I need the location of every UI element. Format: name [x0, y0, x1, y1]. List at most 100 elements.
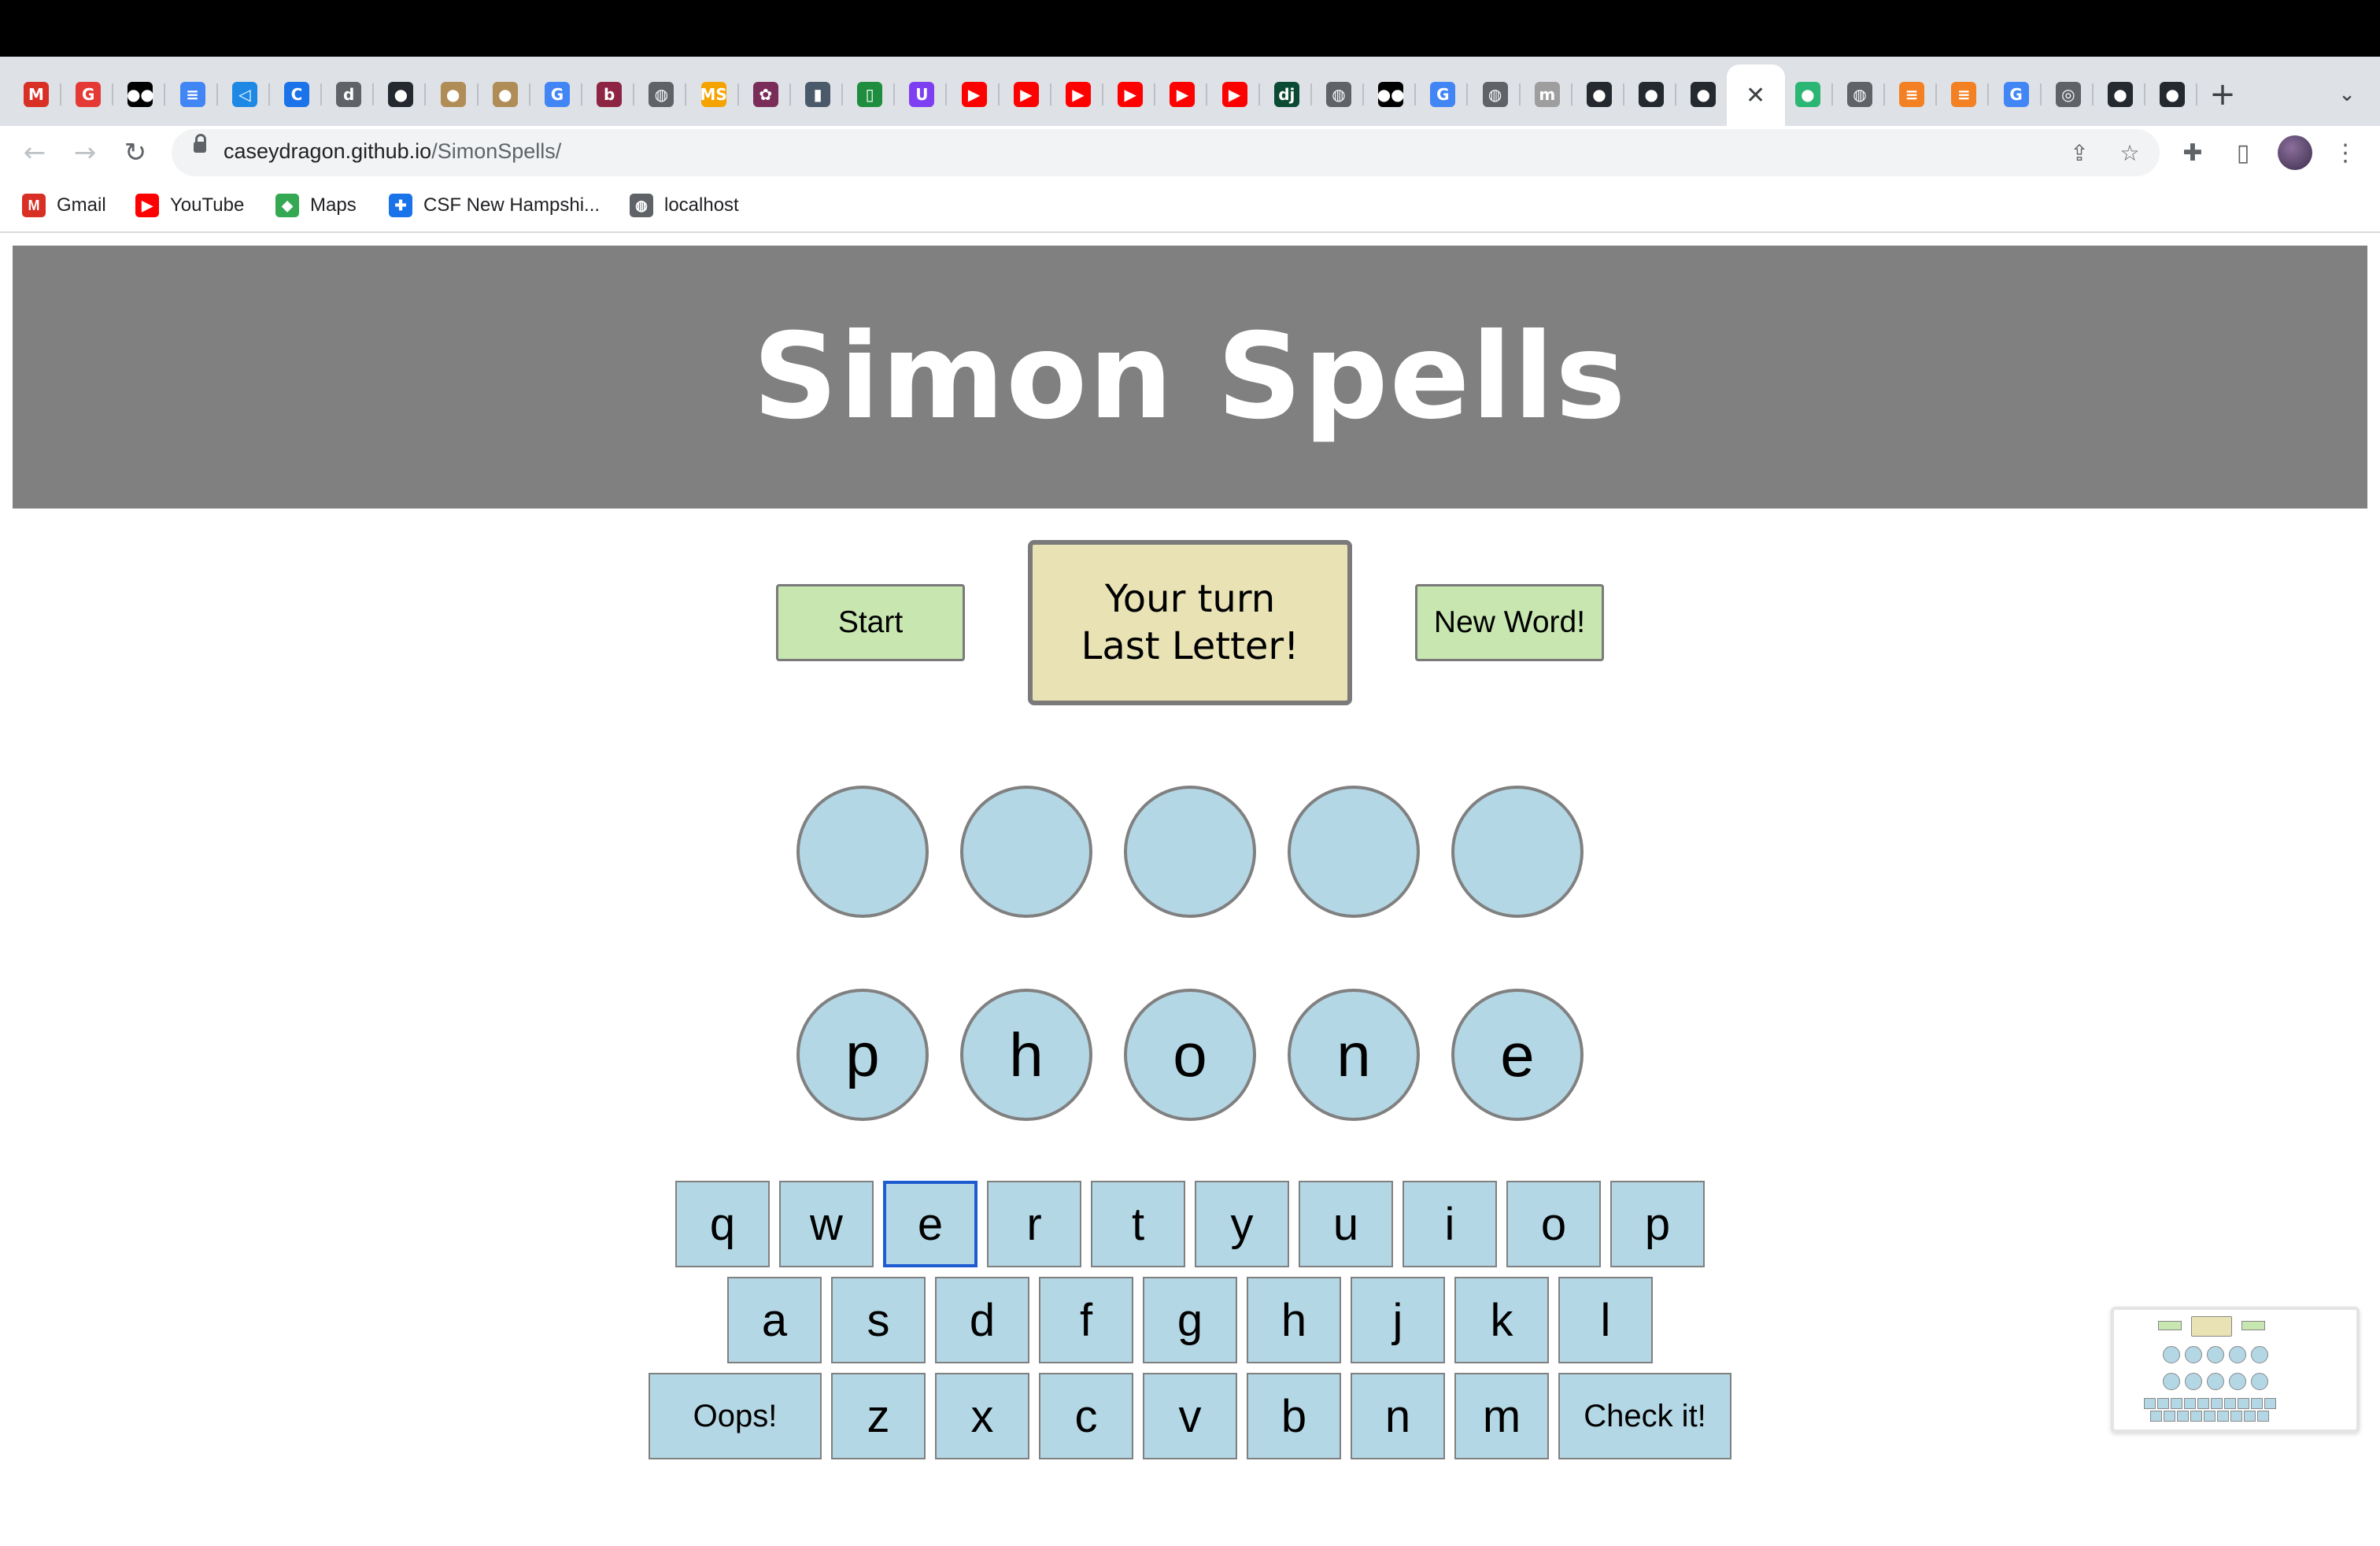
tab[interactable]: dj: [1262, 71, 1312, 118]
tab-active[interactable]: ✕: [1726, 65, 1785, 126]
tab[interactable]: M: [11, 71, 61, 118]
tab[interactable]: G: [532, 71, 582, 118]
tab[interactable]: ◍: [1835, 71, 1885, 118]
key-f[interactable]: f: [1039, 1277, 1133, 1363]
share-icon[interactable]: ⇪: [2062, 135, 2097, 170]
oops-button[interactable]: Oops!: [649, 1373, 822, 1459]
close-icon[interactable]: ✕: [1746, 82, 1765, 109]
tab[interactable]: ◍: [1470, 71, 1521, 118]
back-arrow-icon[interactable]: ←: [14, 132, 55, 173]
tab[interactable]: ▮: [793, 71, 843, 118]
key-b[interactable]: b: [1247, 1373, 1341, 1459]
key-q[interactable]: q: [675, 1181, 770, 1267]
tab[interactable]: G: [1991, 71, 2042, 118]
thumb-key: [2238, 1398, 2249, 1409]
tab[interactable]: ●: [1678, 71, 1729, 118]
new-tab-button[interactable]: +: [2201, 72, 2245, 117]
phone-icon: ▯: [857, 82, 883, 107]
tab[interactable]: ▯: [844, 71, 896, 118]
tab[interactable]: b: [584, 71, 635, 118]
thumb-key: [2211, 1398, 2223, 1409]
tab[interactable]: ▶: [1210, 71, 1260, 118]
tab[interactable]: ▶: [1001, 71, 1051, 118]
tab-preview-thumbnail[interactable]: [2111, 1307, 2360, 1433]
key-u[interactable]: u: [1299, 1181, 1393, 1267]
key-p[interactable]: p: [1610, 1181, 1705, 1267]
key-c[interactable]: c: [1039, 1373, 1133, 1459]
star-bookmark-icon[interactable]: ☆: [2112, 135, 2147, 170]
url-text[interactable]: caseydragon.github.io/SimonSpells/: [224, 139, 561, 164]
tab[interactable]: ●: [2147, 71, 2198, 118]
key-h[interactable]: h: [1247, 1277, 1341, 1363]
thumb-key: [2164, 1411, 2175, 1422]
bookmark-item[interactable]: M Gmail: [22, 192, 106, 219]
tab[interactable]: ▶: [949, 71, 1000, 118]
dj-icon: dj: [1273, 82, 1299, 107]
tab[interactable]: G: [63, 71, 114, 118]
key-m[interactable]: m: [1454, 1373, 1549, 1459]
profile-avatar[interactable]: [2278, 135, 2312, 170]
tab[interactable]: ●: [375, 71, 427, 118]
new-word-button[interactable]: New Word!: [1415, 584, 1604, 661]
tab[interactable]: ≡: [168, 71, 218, 118]
tab[interactable]: d: [323, 71, 375, 118]
tab[interactable]: ●: [2095, 71, 2145, 118]
key-d[interactable]: d: [935, 1277, 1029, 1363]
tab[interactable]: ●: [1574, 71, 1624, 118]
key-x[interactable]: x: [935, 1373, 1029, 1459]
key-z[interactable]: z: [831, 1373, 926, 1459]
tab[interactable]: U: [896, 71, 948, 118]
key-a[interactable]: a: [727, 1277, 822, 1363]
key-t[interactable]: t: [1091, 1181, 1185, 1267]
thumb-key: [2244, 1411, 2256, 1422]
tab-search-chevron-icon[interactable]: ⌄: [2325, 72, 2369, 117]
tab[interactable]: ✿: [741, 71, 791, 118]
tab[interactable]: ▶: [1157, 71, 1208, 118]
tab[interactable]: ●: [428, 71, 479, 118]
key-j[interactable]: j: [1351, 1277, 1445, 1363]
key-g[interactable]: g: [1143, 1277, 1237, 1363]
tab[interactable]: ●: [1783, 71, 1833, 118]
more-menu-icon[interactable]: ⋮: [2326, 134, 2364, 172]
tab[interactable]: ≡: [1938, 71, 1990, 118]
thumb-target-circle: [2185, 1346, 2202, 1363]
key-l[interactable]: l: [1558, 1277, 1653, 1363]
check-it-button[interactable]: Check it!: [1558, 1373, 1731, 1459]
tab[interactable]: ▶: [1105, 71, 1156, 118]
extensions-puzzle-icon[interactable]: ✚: [2174, 134, 2212, 172]
bookmark-item[interactable]: ✚ CSF New Hampshi...: [389, 192, 600, 219]
tab[interactable]: m: [1522, 71, 1572, 118]
lock-icon[interactable]: [194, 134, 206, 153]
tab[interactable]: ●●: [1366, 71, 1417, 118]
side-panel-icon[interactable]: ▯: [2224, 134, 2262, 172]
tab[interactable]: ◎: [2043, 71, 2094, 118]
key-o[interactable]: o: [1506, 1181, 1601, 1267]
key-s[interactable]: s: [831, 1277, 926, 1363]
key-v[interactable]: v: [1143, 1373, 1237, 1459]
tab[interactable]: ▶: [1053, 71, 1103, 118]
tab[interactable]: ●: [480, 71, 530, 118]
key-k[interactable]: k: [1454, 1277, 1549, 1363]
key-n[interactable]: n: [1351, 1373, 1445, 1459]
bookmark-item[interactable]: ◆ Maps: [275, 192, 357, 219]
tab[interactable]: ≡: [1887, 71, 1938, 118]
tab[interactable]: ●●: [115, 71, 166, 118]
bookmark-item[interactable]: ◍ localhost: [630, 192, 739, 219]
key-e[interactable]: e: [883, 1181, 978, 1267]
tab[interactable]: C: [272, 71, 322, 118]
key-i[interactable]: i: [1402, 1181, 1497, 1267]
start-button[interactable]: Start: [776, 584, 965, 661]
key-r[interactable]: r: [987, 1181, 1081, 1267]
tab[interactable]: MS: [689, 71, 739, 118]
forward-arrow-icon[interactable]: →: [65, 132, 105, 173]
key-w[interactable]: w: [779, 1181, 874, 1267]
address-bar[interactable]: caseydragon.github.io/SimonSpells/ ⇪ ☆: [172, 129, 2160, 176]
reload-icon[interactable]: ↻: [115, 132, 156, 173]
tab[interactable]: ◍: [1314, 71, 1364, 118]
tab[interactable]: ●: [1626, 71, 1677, 118]
tab[interactable]: ◍: [636, 71, 687, 118]
bookmark-item[interactable]: ▶ YouTube: [135, 192, 244, 219]
tab[interactable]: ◁: [220, 71, 270, 118]
tab[interactable]: G: [1417, 71, 1469, 118]
key-y[interactable]: y: [1195, 1181, 1289, 1267]
